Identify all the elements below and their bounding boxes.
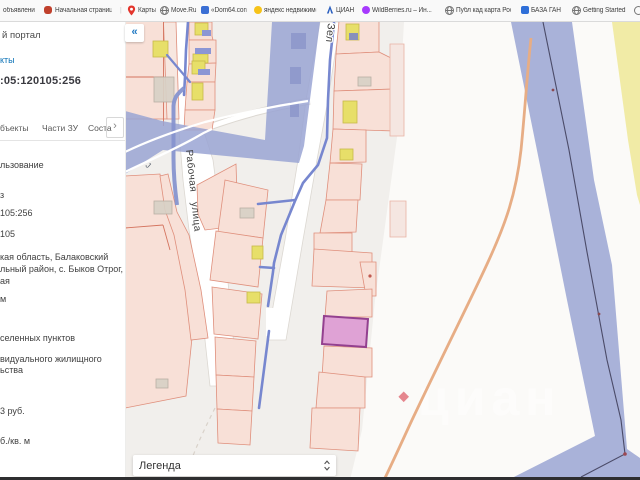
svg-text:циан: циан	[418, 370, 561, 426]
svg-text:Зел: Зел	[323, 23, 337, 43]
